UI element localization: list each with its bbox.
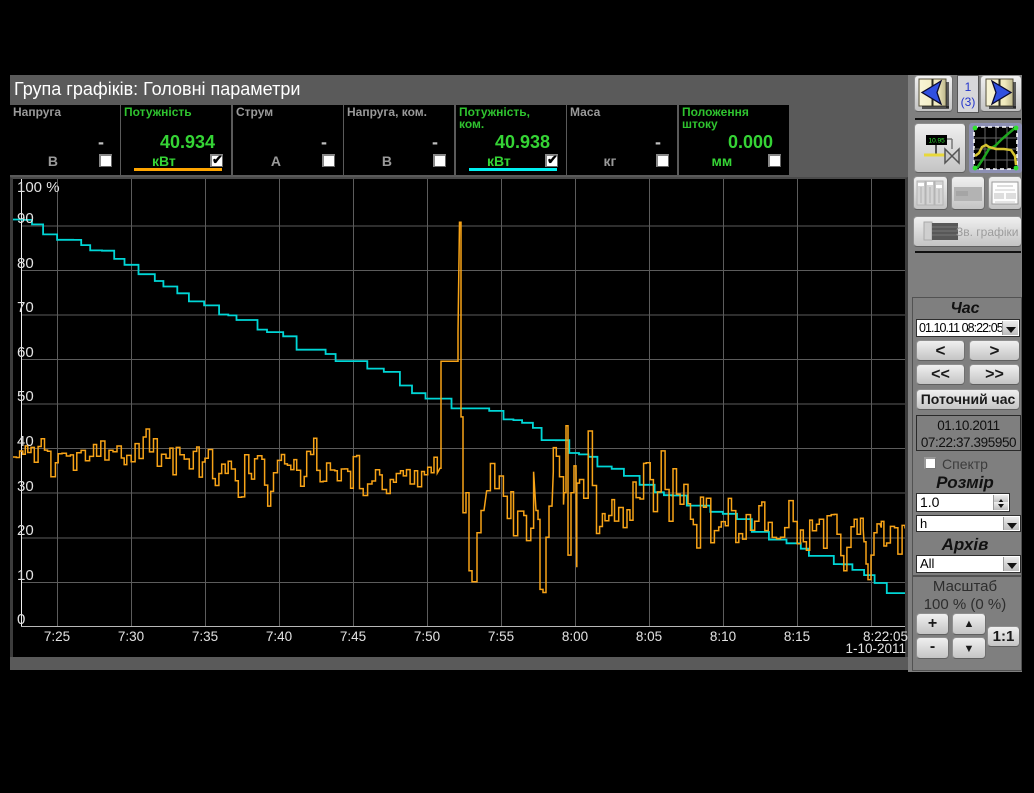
svg-text:10.95: 10.95: [929, 138, 946, 145]
svg-text:Зв. графіки: Зв. графіки: [956, 225, 1019, 239]
